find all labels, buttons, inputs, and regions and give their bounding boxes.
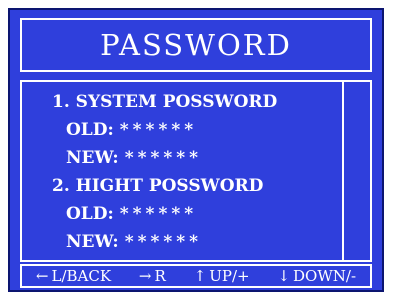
hint-label: UP/+	[209, 267, 250, 285]
menu-item-system-password[interactable]: 1. SYSTEM POSSWORD	[52, 92, 277, 112]
field-label: OLD:	[66, 120, 114, 140]
hint-label: R	[154, 267, 166, 285]
scrollbar[interactable]	[342, 82, 370, 260]
field-label: NEW:	[66, 148, 119, 168]
section-label: 1. SYSTEM POSSWORD	[52, 92, 278, 112]
password-mask: ******	[119, 204, 198, 224]
page-title: PASSWORD	[100, 28, 292, 62]
menu-item-hight-password[interactable]: 2. HIGHT POSSWORD	[52, 176, 263, 196]
password-screen: PASSWORD 1. SYSTEM POSSWORD OLD: ****** N…	[8, 8, 384, 292]
back-hint: ← L/BACK	[36, 267, 111, 285]
system-old-password-field[interactable]: OLD: ******	[66, 120, 197, 140]
hight-new-password-field[interactable]: NEW: ******	[66, 232, 202, 252]
password-mask: ******	[119, 120, 198, 140]
section-label: 2. HIGHT POSSWORD	[52, 176, 264, 196]
password-mask: ******	[124, 148, 203, 168]
hight-old-password-field[interactable]: OLD: ******	[66, 204, 197, 224]
password-menu: 1. SYSTEM POSSWORD OLD: ****** NEW: ******…	[20, 80, 372, 262]
hint-label: L/BACK	[51, 267, 112, 285]
key-hint-bar: ← L/BACK → R ↑ UP/+ ↓ DOWN/-	[20, 264, 372, 288]
right-hint: → R	[139, 267, 166, 285]
left-arrow-icon: ←	[35, 267, 49, 285]
field-label: OLD:	[66, 204, 114, 224]
hint-label: DOWN/-	[293, 267, 357, 285]
down-arrow-icon: ↓	[277, 267, 291, 285]
password-mask: ******	[124, 232, 203, 252]
down-hint: ↓ DOWN/-	[277, 267, 356, 285]
up-arrow-icon: ↑	[193, 267, 207, 285]
title-panel: PASSWORD	[20, 18, 372, 72]
up-hint: ↑ UP/+	[194, 267, 250, 285]
system-new-password-field[interactable]: NEW: ******	[66, 148, 202, 168]
right-arrow-icon: →	[138, 267, 152, 285]
field-label: NEW:	[66, 232, 119, 252]
